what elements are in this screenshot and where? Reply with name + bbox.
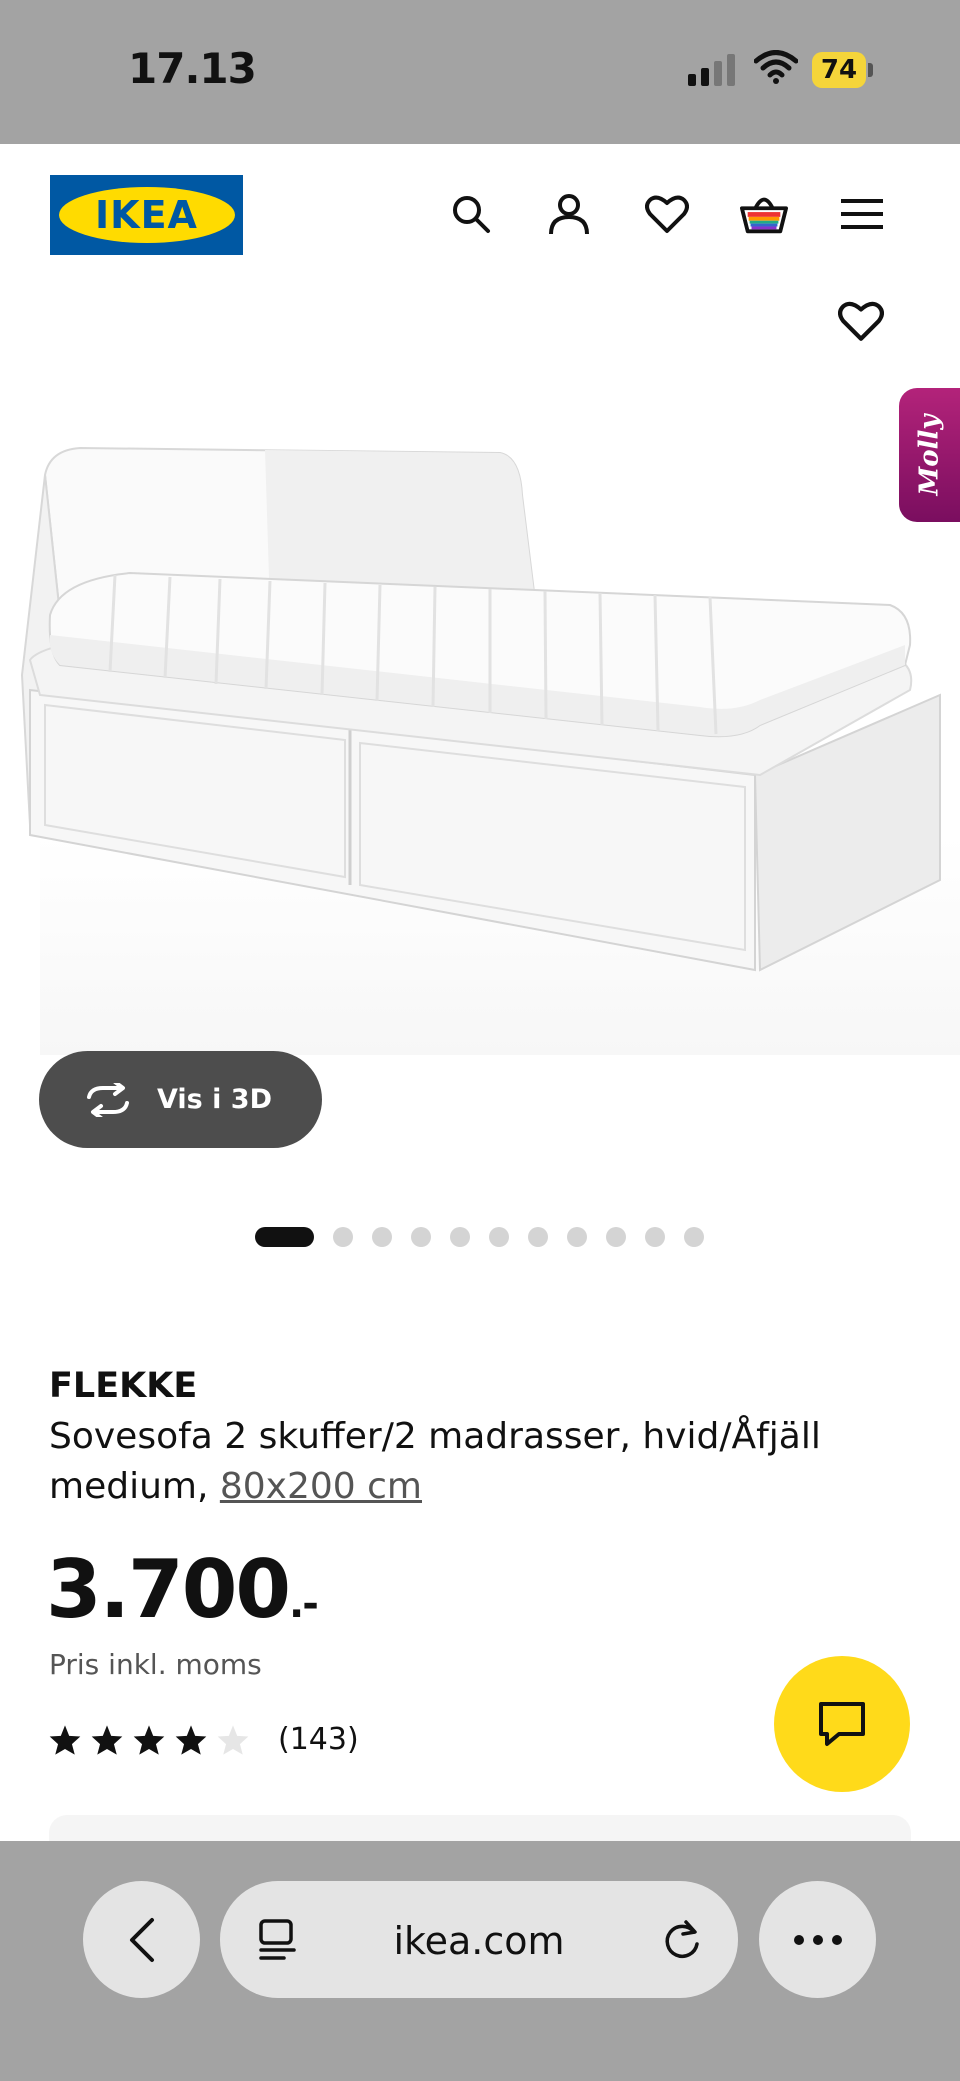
more-options-button[interactable] <box>759 1881 876 1998</box>
product-description-text: Sovesofa 2 skuffer/2 madrasser, hvid/Åfj… <box>49 1416 821 1507</box>
star-filled-icon <box>133 1724 165 1755</box>
product-rating[interactable]: (143) <box>48 1722 359 1757</box>
address-bar[interactable]: ikea.com <box>220 1881 738 1998</box>
image-carousel-pagination <box>255 1226 704 1248</box>
add-to-favorites-icon[interactable] <box>838 300 886 348</box>
product-name: FLEKKE <box>49 1366 198 1406</box>
carousel-dot-1[interactable] <box>255 1227 314 1247</box>
carousel-dot-3[interactable] <box>372 1227 392 1247</box>
view-in-3d-label: Vis i 3D <box>157 1084 273 1115</box>
cart-icon[interactable] <box>740 190 788 238</box>
product-image-daybed[interactable] <box>0 395 960 1075</box>
product-description: Sovesofa 2 skuffer/2 madrasser, hvid/Åfj… <box>49 1412 869 1512</box>
carousel-dot-11[interactable] <box>684 1227 704 1247</box>
carousel-dot-10[interactable] <box>645 1227 665 1247</box>
search-icon[interactable] <box>447 190 495 238</box>
ikea-logo-text: IKEA <box>58 187 235 243</box>
favorites-icon[interactable] <box>643 190 691 238</box>
site-header: IKEA <box>0 144 960 284</box>
carousel-dot-5[interactable] <box>450 1227 470 1247</box>
menu-icon[interactable] <box>838 190 886 238</box>
star-filled-icon <box>175 1724 207 1755</box>
browser-toolbar: ikea.com <box>0 1841 960 2081</box>
chat-button[interactable] <box>774 1656 910 1792</box>
carousel-dot-8[interactable] <box>567 1227 587 1247</box>
cellular-signal-icon <box>688 54 735 86</box>
account-icon[interactable] <box>545 190 593 238</box>
star-filled-icon <box>91 1724 123 1755</box>
star-filled-icon <box>49 1724 81 1755</box>
vat-note: Pris inkl. moms <box>49 1648 262 1681</box>
view-in-3d-button[interactable]: Vis i 3D <box>39 1051 322 1148</box>
price-suffix: .- <box>289 1581 319 1627</box>
rating-stars <box>48 1724 250 1756</box>
battery-indicator: 74 <box>812 52 866 88</box>
product-price: 3.700.- <box>46 1543 319 1636</box>
star-empty-icon <box>217 1724 249 1755</box>
chevron-left-icon <box>129 1917 154 1962</box>
carousel-dot-7[interactable] <box>528 1227 548 1247</box>
ikea-logo[interactable]: IKEA <box>50 175 243 255</box>
product-size-link[interactable]: 80x200 cm <box>220 1466 422 1507</box>
price-value: 3.700 <box>46 1543 291 1636</box>
reload-icon[interactable] <box>660 1918 704 1962</box>
review-count: (143) <box>278 1722 359 1757</box>
carousel-dot-2[interactable] <box>333 1227 353 1247</box>
status-bar: 17.13 74 <box>0 0 960 144</box>
battery-cap <box>868 63 873 77</box>
carousel-dot-9[interactable] <box>606 1227 626 1247</box>
carousel-dot-4[interactable] <box>411 1227 431 1247</box>
carousel-dot-6[interactable] <box>489 1227 509 1247</box>
browser-back-button[interactable] <box>83 1881 200 1998</box>
rotate-3d-icon <box>87 1082 129 1117</box>
chat-icon <box>819 1702 865 1746</box>
ellipsis-icon <box>793 1934 842 1945</box>
clock: 17.13 <box>128 44 257 93</box>
wifi-icon <box>754 50 798 84</box>
